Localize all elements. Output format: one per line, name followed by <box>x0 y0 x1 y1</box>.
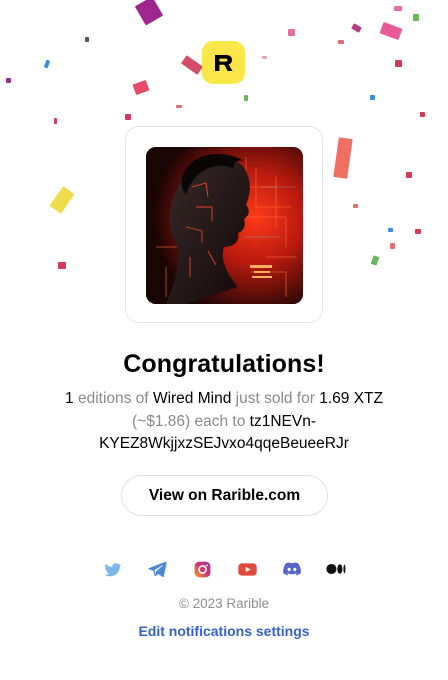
edit-notifications-link[interactable]: Edit notifications settings <box>0 623 448 639</box>
social-links <box>0 558 448 580</box>
sale-message: 1 editions of Wired Mind just sold for 1… <box>60 388 388 456</box>
nft-name: Wired Mind <box>152 390 232 407</box>
page-title: Congratulations! <box>123 350 325 378</box>
rarible-r-icon <box>214 54 232 71</box>
youtube-icon[interactable] <box>236 558 258 580</box>
edition-count: 1 <box>65 390 74 407</box>
rarible-logo[interactable] <box>202 41 245 84</box>
usd-price: (~$1.86) <box>132 412 191 430</box>
instagram-icon[interactable] <box>191 558 213 580</box>
editions-of-text: editions of <box>77 390 149 407</box>
discord-icon[interactable] <box>281 558 303 580</box>
medium-icon[interactable] <box>325 558 347 580</box>
copyright-text: © 2023 Rarible <box>178 596 270 611</box>
just-sold-for-text: just sold for <box>235 390 315 407</box>
view-on-rarible-button[interactable]: View on Rarible.com <box>121 475 328 516</box>
twitter-icon[interactable] <box>101 558 123 580</box>
nft-card[interactable] <box>125 126 323 323</box>
each-to-text: each to <box>194 412 246 430</box>
sale-price: 1.69 XTZ <box>319 390 383 407</box>
nft-artwork-image <box>146 147 303 304</box>
telegram-icon[interactable] <box>146 558 168 580</box>
